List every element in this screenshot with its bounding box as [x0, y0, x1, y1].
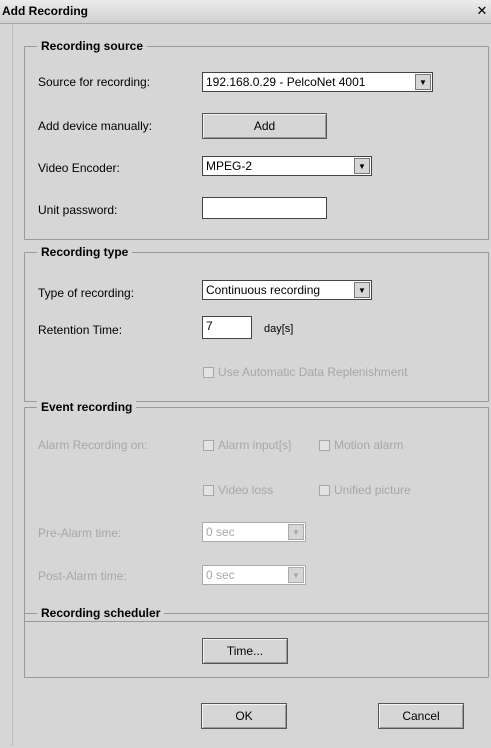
video-loss-checkbox[interactable]	[203, 485, 214, 496]
post-alarm-value: 0 sec	[206, 568, 235, 582]
add-device-button[interactable]: Add	[202, 113, 327, 139]
pre-alarm-select[interactable]: 0 sec ▼	[202, 522, 306, 542]
chevron-down-icon[interactable]: ▼	[354, 158, 370, 174]
auto-replenish-label: Use Automatic Data Replenishment	[218, 365, 408, 379]
cancel-button[interactable]: Cancel	[378, 703, 464, 729]
chevron-down-icon[interactable]: ▼	[354, 282, 370, 298]
video-encoder-select[interactable]: MPEG-2 ▼	[202, 156, 372, 176]
type-of-recording-select[interactable]: Continuous recording ▼	[202, 280, 372, 300]
retention-time-field[interactable]: 7	[202, 316, 252, 339]
retention-unit: day[s]	[264, 323, 294, 335]
dialog-title: Add Recording	[2, 4, 88, 18]
video-encoder-label: Video Encoder:	[38, 161, 120, 175]
retention-time-label: Retention Time:	[38, 323, 123, 337]
recording-scheduler-group: Recording scheduler Time...	[24, 606, 489, 678]
recording-type-group: Recording type Type of recording: Contin…	[24, 245, 489, 402]
retention-time-value: 7	[206, 319, 213, 333]
ok-button[interactable]: OK	[201, 703, 287, 729]
auto-replenish-checkbox[interactable]	[203, 367, 214, 378]
add-device-label: Add device manually:	[38, 119, 153, 133]
event-recording-group: Event recording Alarm Recording on: Alar…	[24, 400, 489, 622]
recording-scheduler-title: Recording scheduler	[37, 606, 165, 620]
event-recording-title: Event recording	[37, 400, 137, 414]
unified-picture-label: Unified picture	[334, 483, 411, 497]
type-of-recording-value: Continuous recording	[206, 283, 321, 297]
post-alarm-select[interactable]: 0 sec ▼	[202, 565, 306, 585]
motion-alarm-checkbox[interactable]	[319, 440, 330, 451]
source-label: Source for recording:	[38, 75, 151, 89]
unit-password-field[interactable]	[202, 197, 327, 219]
source-value: 192.168.0.29 - PelcoNet 4001	[206, 75, 366, 89]
pre-alarm-label: Pre-Alarm time:	[38, 526, 122, 540]
motion-alarm-label: Motion alarm	[334, 438, 404, 452]
title-bar[interactable]: Add Recording ✕	[0, 0, 491, 24]
alarm-inputs-checkbox[interactable]	[203, 440, 214, 451]
recording-source-group: Recording source Source for recording: 1…	[24, 39, 489, 240]
type-of-recording-label: Type of recording:	[38, 286, 135, 300]
unit-password-label: Unit password:	[38, 203, 118, 217]
chevron-down-icon[interactable]: ▼	[415, 74, 431, 90]
alarm-inputs-label: Alarm input[s]	[218, 438, 292, 452]
recording-type-title: Recording type	[37, 245, 133, 259]
unified-picture-checkbox[interactable]	[319, 485, 330, 496]
chevron-down-icon[interactable]: ▼	[288, 567, 304, 583]
add-recording-dialog: Add Recording ✕ Recording source Source …	[0, 0, 491, 748]
dialog-body: Recording source Source for recording: 1…	[12, 24, 490, 746]
video-loss-label: Video loss	[218, 483, 274, 497]
time-button[interactable]: Time...	[202, 638, 288, 664]
source-select[interactable]: 192.168.0.29 - PelcoNet 4001 ▼	[202, 72, 433, 92]
post-alarm-label: Post-Alarm time:	[38, 569, 127, 583]
chevron-down-icon[interactable]: ▼	[288, 524, 304, 540]
video-encoder-value: MPEG-2	[206, 159, 253, 173]
close-icon[interactable]: ✕	[475, 3, 489, 19]
alarm-recording-on-label: Alarm Recording on:	[38, 438, 148, 452]
pre-alarm-value: 0 sec	[206, 525, 235, 539]
recording-source-title: Recording source	[37, 39, 148, 53]
